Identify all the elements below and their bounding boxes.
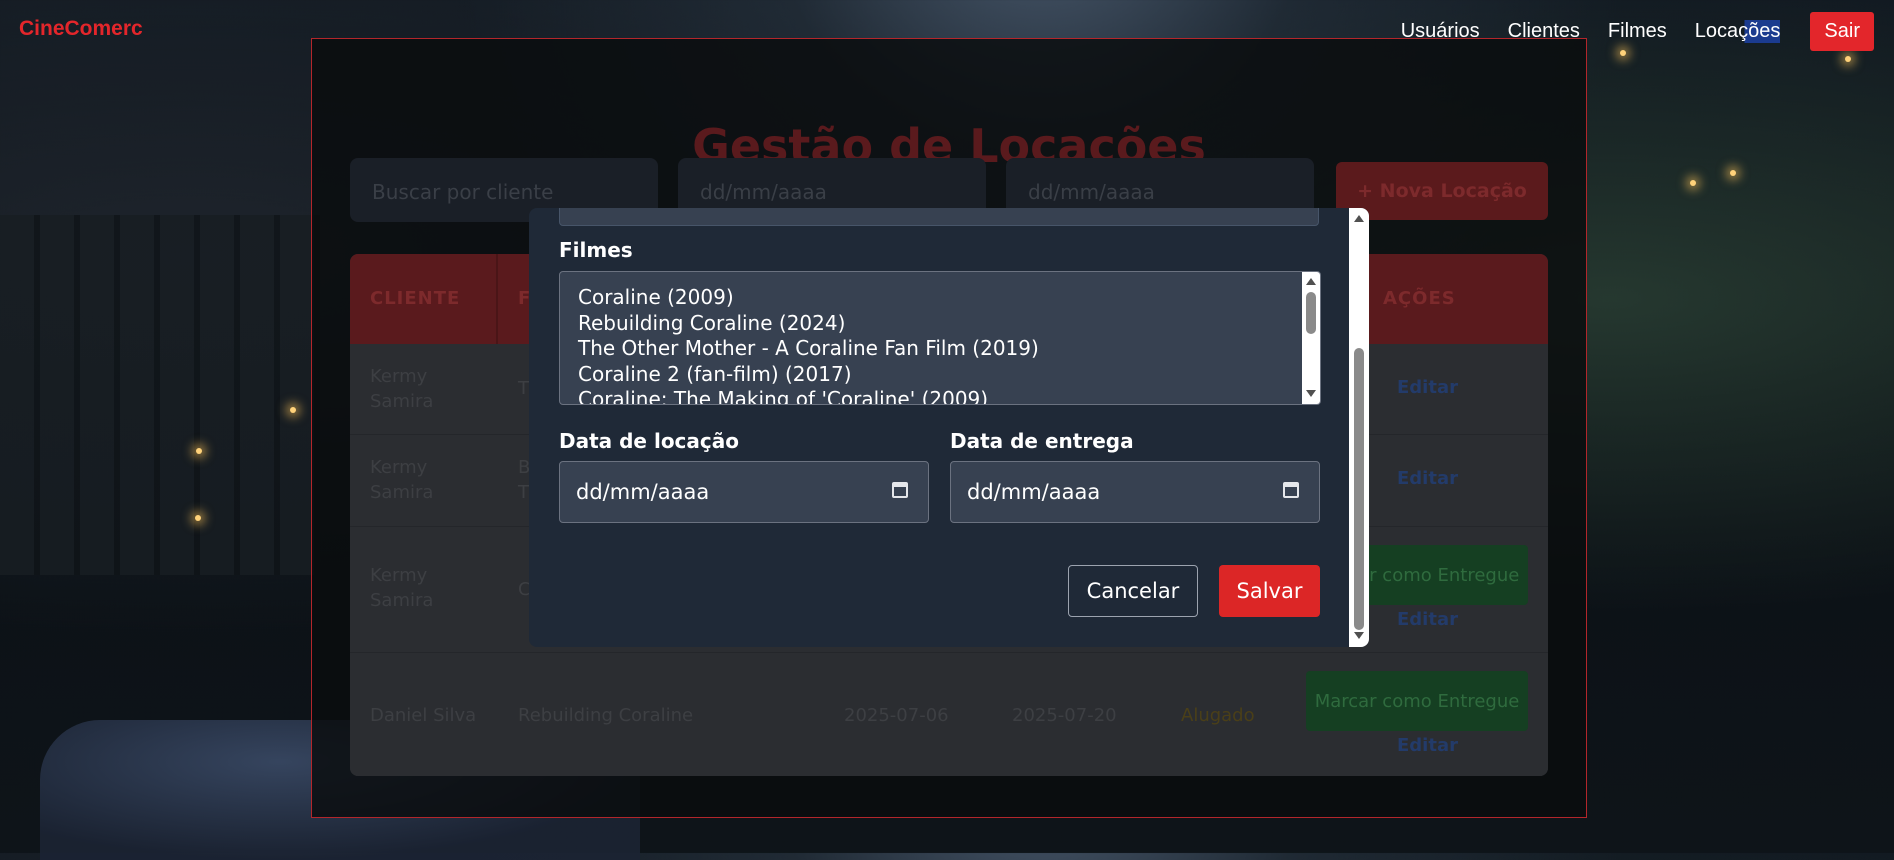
date-filter-end-placeholder: dd/mm/aaaa: [1028, 180, 1155, 204]
header-cliente: CLIENTE: [370, 288, 461, 309]
cell-cliente: Kermy Samira: [370, 565, 434, 611]
client-select-partial[interactable]: [559, 208, 1319, 226]
cancel-button[interactable]: Cancelar: [1068, 565, 1198, 617]
film-option[interactable]: Coraline (2009): [560, 285, 1320, 311]
scroll-down-icon[interactable]: [1306, 390, 1316, 397]
cell-cliente: Kermy Samira: [370, 457, 434, 503]
films-options: Coraline (2009) Rebuilding Coraline (202…: [560, 272, 1320, 404]
film-option[interactable]: Coraline 2 (fan-film) (2017): [560, 362, 1320, 388]
brand-logo[interactable]: CineComerc: [19, 17, 143, 41]
scroll-down-icon[interactable]: [1354, 632, 1364, 639]
logout-button[interactable]: Sair: [1810, 12, 1874, 51]
cell-data-entrega: 2025-07-20: [1012, 705, 1117, 726]
film-option[interactable]: Rebuilding Coraline (2024): [560, 311, 1320, 337]
scroll-up-icon[interactable]: [1354, 215, 1364, 222]
scroll-thumb[interactable]: [1354, 348, 1364, 630]
data-entrega-input[interactable]: dd/mm/aaaa: [950, 461, 1320, 523]
scroll-up-icon[interactable]: [1306, 278, 1316, 285]
background-fence: [0, 215, 320, 575]
string-light: [196, 448, 202, 454]
table-row: Daniel Silva Rebuilding Coraline 2025-07…: [350, 653, 1548, 776]
cell-filme: Rebuilding Coraline: [518, 705, 694, 726]
string-light: [290, 407, 296, 413]
nav-locacoes[interactable]: Locações: [1694, 20, 1781, 43]
calendar-icon[interactable]: [892, 482, 908, 498]
header-acoes: AÇÕES: [1383, 288, 1456, 309]
edit-link[interactable]: Editar: [1397, 468, 1458, 489]
string-light: [1690, 180, 1696, 186]
edit-link[interactable]: Editar: [1397, 609, 1458, 630]
edit-link[interactable]: Editar: [1397, 377, 1458, 398]
filmes-label: Filmes: [559, 238, 633, 262]
cell-cliente: Daniel Silva: [370, 705, 477, 726]
film-option[interactable]: Coraline: The Making of 'Coraline' (2009…: [560, 387, 1320, 404]
status-badge: Alugado: [1181, 705, 1255, 726]
date-filter-start-placeholder: dd/mm/aaaa: [700, 180, 827, 204]
data-locacao-input[interactable]: dd/mm/aaaa: [559, 461, 929, 523]
string-light: [1730, 170, 1736, 176]
films-multiselect[interactable]: Coraline (2009) Rebuilding Coraline (202…: [559, 271, 1321, 405]
data-entrega-value: dd/mm/aaaa: [967, 480, 1101, 504]
calendar-icon[interactable]: [1283, 482, 1299, 498]
nav-filmes[interactable]: Filmes: [1608, 20, 1667, 43]
data-locacao-value: dd/mm/aaaa: [576, 480, 710, 504]
mark-returned-button[interactable]: Marcar como Entregue: [1306, 671, 1528, 731]
data-locacao-label: Data de locação: [559, 429, 739, 453]
films-scrollbar[interactable]: [1302, 272, 1320, 404]
scroll-thumb[interactable]: [1306, 292, 1316, 334]
data-entrega-label: Data de entrega: [950, 429, 1134, 453]
film-option[interactable]: The Other Mother - A Coraline Fan Film (…: [560, 336, 1320, 362]
cell-filme: T: [518, 378, 529, 399]
header-divider: [496, 254, 498, 344]
cell-cliente: Kermy Samira: [370, 366, 434, 412]
cell-data-locacao: 2025-07-06: [844, 705, 949, 726]
modal-scrollbar[interactable]: [1349, 208, 1369, 647]
save-button[interactable]: Salvar: [1219, 565, 1320, 617]
edit-link[interactable]: Editar: [1397, 735, 1458, 756]
string-light: [195, 515, 201, 521]
rental-modal: Filmes Coraline (2009) Rebuilding Corali…: [529, 208, 1369, 647]
